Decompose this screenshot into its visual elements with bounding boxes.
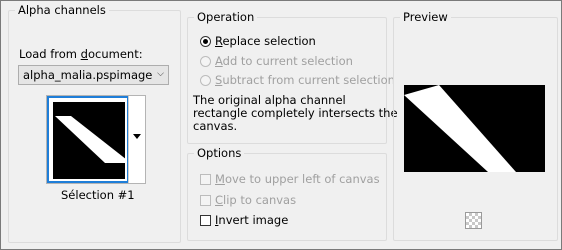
add-to-selection-radio[interactable] (200, 56, 211, 67)
document-select-value: alpha_malia.pspimage (23, 68, 153, 82)
chevron-down-icon: ⌵ (157, 69, 164, 79)
subtract-selection-label[interactable]: Subtract from current selection (215, 73, 395, 87)
subtract-selection-radio[interactable] (200, 75, 211, 86)
preview-image (404, 85, 545, 172)
selection-thumbnail[interactable] (47, 96, 129, 183)
dialog-frame: Alpha channels Load from document: alpha… (0, 0, 562, 250)
load-from-document-label: Load from document: (19, 47, 143, 61)
intersection-message-line: canvas. (193, 119, 238, 133)
alpha-channels-title: Alpha channels (15, 2, 109, 18)
dropdown-arrow-icon (133, 134, 141, 139)
preview-title: Preview (400, 9, 451, 25)
move-to-upper-left-checkbox[interactable] (200, 174, 211, 185)
selection-thumbnail-image (53, 102, 127, 179)
options-title: Options (194, 145, 245, 161)
invert-image-label[interactable]: Invert image (215, 213, 288, 227)
add-to-selection-label[interactable]: Add to current selection (215, 54, 353, 68)
invert-image-checkbox[interactable] (200, 215, 211, 226)
operation-title: Operation (194, 9, 258, 25)
replace-selection-label[interactable]: Replace selection (215, 34, 316, 48)
clip-to-canvas-checkbox[interactable] (200, 195, 211, 206)
checkerboard-icon[interactable] (465, 212, 482, 229)
clip-to-canvas-label[interactable]: Clip to canvas (215, 193, 296, 207)
intersection-message: The original alpha channel rectangle com… (193, 94, 398, 133)
selection-name-label: Sélection #1 (61, 188, 135, 202)
thumbnail-dropdown-button[interactable] (128, 96, 145, 183)
document-select[interactable]: alpha_malia.pspimage ⌵ (18, 65, 169, 85)
selection-thumbnail-picker[interactable] (46, 95, 146, 184)
selection-shape (55, 116, 127, 163)
preview-selection-shape (404, 85, 516, 172)
move-to-upper-left-label[interactable]: Move to upper left of canvas (215, 172, 380, 186)
replace-selection-radio[interactable] (200, 36, 211, 47)
